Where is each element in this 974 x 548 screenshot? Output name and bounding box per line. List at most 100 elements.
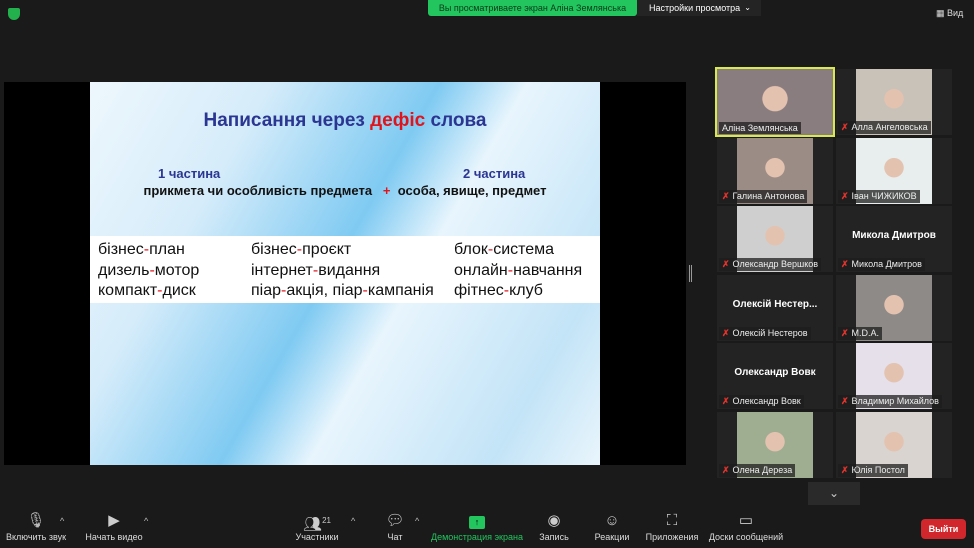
participant-tile[interactable]: Аліна Землянська xyxy=(715,67,835,137)
hyphen: - xyxy=(503,282,510,299)
mic-muted-icon: ✗ xyxy=(722,465,730,475)
participant-tile[interactable]: Олексій Нестер... ✗ Олексій Нестеров xyxy=(717,274,833,341)
participant-tile[interactable]: ✗ Юлія Постол xyxy=(836,412,952,478)
participant-tile[interactable]: ✗ Алла Ангеловська xyxy=(836,69,952,135)
part1-label: 1 частина xyxy=(158,166,221,181)
whiteboard-icon: ▭ xyxy=(738,512,754,529)
participant-display-name: Олександр Вовк xyxy=(734,367,816,379)
mic-muted-icon: ✗ xyxy=(841,259,849,270)
whiteboards-label: Доски сообщений xyxy=(708,532,784,542)
presentation-slide: Написання через дефіс слова 1 частина 2 … xyxy=(90,82,600,465)
participant-tile[interactable]: ✗ Іван ЧИЖИКОВ xyxy=(836,137,952,204)
leave-button[interactable]: Выйти xyxy=(921,519,966,539)
participant-tile[interactable]: ✗ Владимир Михайлов xyxy=(836,343,952,410)
mic-muted-icon: ✗ xyxy=(841,465,849,475)
mic-muted-icon: ✗ xyxy=(841,190,849,201)
screen-share-banner: Вы просматриваете экран Аліна Землянська xyxy=(428,0,637,16)
record-label: Запись xyxy=(539,532,569,542)
reactions-button[interactable]: ☺ Реакции xyxy=(595,512,630,542)
example-word: блок-система xyxy=(454,241,555,258)
participant-name: ✗ Олександр Вовк xyxy=(719,395,804,409)
start-video-label: Начать видео xyxy=(85,532,143,542)
participant-name: ✗ Олексій Нестеров xyxy=(719,326,811,340)
participants-button[interactable]: 👥︎21 Участники xyxy=(296,512,339,542)
participants-count: 21 xyxy=(322,516,331,525)
splitter-handle[interactable] xyxy=(689,265,692,282)
reactions-icon: ☺ xyxy=(604,512,620,529)
participant-name: ✗ Олена Дереза xyxy=(719,464,796,477)
example-word: інтернет-видання xyxy=(251,261,381,279)
view-settings-label: Настройки просмотра xyxy=(649,3,741,13)
title-part: Написання через xyxy=(203,110,371,131)
hyphen: - xyxy=(149,261,155,279)
participant-name: Аліна Землянська xyxy=(719,122,801,134)
chevron-down-icon: ⌄ xyxy=(828,486,840,500)
audio-options-caret[interactable]: ^ xyxy=(60,516,64,526)
participant-name: ✗ Галина Антонова xyxy=(719,189,808,203)
part2-label: 2 частина xyxy=(463,166,526,181)
hyphen: - xyxy=(312,261,319,279)
hyphen: - xyxy=(296,241,303,258)
participant-tile[interactable]: Олександр Вовк ✗ Олександр Вовк xyxy=(717,343,833,410)
chat-icon: 💬︎ xyxy=(385,512,405,529)
participant-tile[interactable]: ✗ Олександр Вершков xyxy=(717,206,833,273)
record-icon: ◉ xyxy=(547,512,561,529)
participant-name: ✗ Олександр Вершков xyxy=(719,258,822,272)
participants-options-caret[interactable]: ^ xyxy=(351,516,355,526)
participant-name: ✗ Владимир Михайлов xyxy=(838,395,942,409)
shield-icon[interactable] xyxy=(8,8,20,20)
unmute-label: Включить звук xyxy=(5,532,67,542)
example-word: фітнес-клуб xyxy=(454,282,543,299)
chat-button[interactable]: 💬︎ Чат xyxy=(385,512,404,542)
view-button[interactable]: ▦ Вид xyxy=(936,8,963,19)
mic-muted-icon: ✗ xyxy=(841,327,849,338)
share-screen-button[interactable]: ↑ Демонстрация экрана xyxy=(431,512,523,542)
desc-part1: прикмета чи особливість предмета xyxy=(143,183,373,198)
hyphen: - xyxy=(157,282,163,299)
unmute-button[interactable]: 🎙︎ Включить звук xyxy=(6,512,66,542)
record-button[interactable]: ◉ Запись xyxy=(539,512,569,542)
participant-name: ✗ Алла Ангеловська xyxy=(838,121,931,134)
grid-icon: ▦ xyxy=(936,8,948,18)
slide-title: Написання через дефіс слова xyxy=(90,110,600,132)
example-word: дизель-мотор xyxy=(98,261,200,279)
mic-muted-icon: ✗ xyxy=(722,190,730,201)
participant-name: ✗ M.D.A. xyxy=(838,326,883,340)
participant-tile[interactable]: ✗ M.D.A. xyxy=(836,274,952,341)
whiteboards-button[interactable]: ▭ Доски сообщений xyxy=(709,512,783,542)
example-word: бізнес-план xyxy=(98,241,185,258)
mic-muted-icon: ✗ xyxy=(722,396,730,407)
chat-label: Чат xyxy=(387,532,403,542)
start-video-button[interactable]: ▶︎ Начать видео xyxy=(85,512,142,542)
video-options-caret[interactable]: ^ xyxy=(144,516,148,526)
apps-label: Приложения xyxy=(645,532,699,542)
apps-button[interactable]: ⛶ Приложения xyxy=(646,512,699,542)
mic-muted-icon: ✗ xyxy=(841,122,849,132)
participant-tile[interactable]: ✗ Галина Антонова xyxy=(717,137,833,204)
mic-muted-icon: ✗ xyxy=(841,396,849,407)
participants-icon: 👥︎21 xyxy=(303,516,331,533)
plus-sign: + xyxy=(382,183,391,198)
hyphen: - xyxy=(143,241,150,258)
title-part: слова xyxy=(425,110,487,131)
next-page-button[interactable]: ⌄ xyxy=(808,482,860,505)
hyphen: - xyxy=(507,261,514,279)
slide-description: прикмета чи особливість предмета + особа… xyxy=(90,183,600,198)
view-label: Вид xyxy=(947,8,964,18)
chevron-down-icon: ⌄ xyxy=(744,3,751,12)
view-settings-button[interactable]: Настройки просмотра ⌄ xyxy=(637,0,761,16)
participant-name: ✗ Микола Дмитров xyxy=(838,258,925,272)
example-word: бізнес-проєкт xyxy=(251,241,352,258)
example-column: блок-система онлайн-навчання фітнес-клуб xyxy=(454,240,582,302)
participant-tile[interactable]: ✗ Олена Дереза xyxy=(717,412,833,478)
video-off-icon: ▶︎ xyxy=(108,512,120,529)
example-word: компакт-диск xyxy=(98,282,196,299)
participant-name: ✗ Іван ЧИЖИКОВ xyxy=(838,189,920,203)
participant-display-name: Микола Дмитров xyxy=(852,230,936,242)
chat-options-caret[interactable]: ^ xyxy=(415,516,419,526)
example-word: онлайн-навчання xyxy=(454,261,583,279)
participant-display-name: Олексій Нестер... xyxy=(732,298,818,310)
apps-icon: ⛶ xyxy=(666,512,678,529)
participant-tile[interactable]: Микола Дмитров ✗ Микола Дмитров xyxy=(836,206,952,273)
reactions-label: Реакции xyxy=(594,532,630,542)
